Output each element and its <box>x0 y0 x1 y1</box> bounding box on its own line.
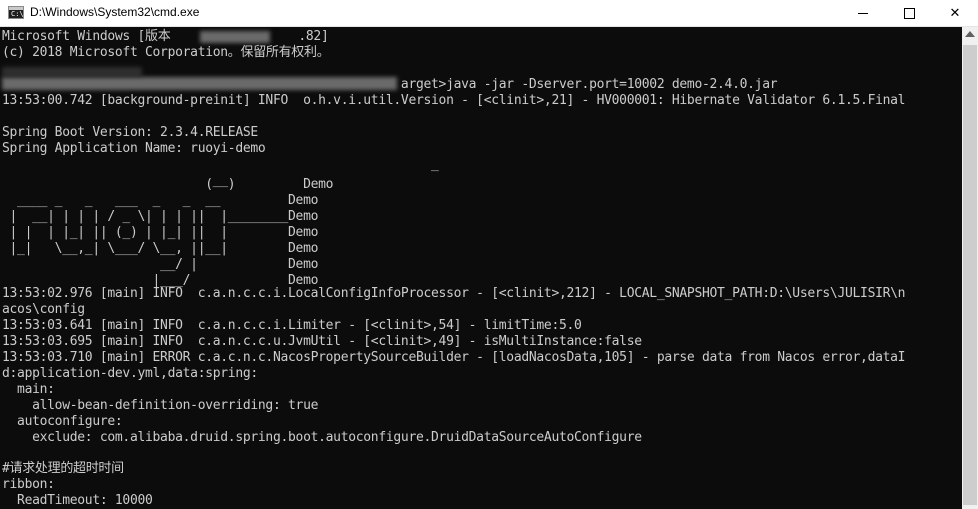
redacted-path <box>2 77 397 90</box>
window-title: D:\Windows\System32\cmd.exe <box>30 5 200 19</box>
ascii-art-line: | __| | | | / _ \| | | || |________Demo <box>2 209 319 224</box>
console-line: 13:53:00.742 [background-preinit] INFO o… <box>2 93 906 108</box>
redacted-text <box>200 31 270 43</box>
ascii-art-line: __/ | Demo <box>2 257 319 272</box>
ascii-art-line: _ <box>2 157 439 172</box>
console-output[interactable]: Microsoft Windows [版本 .82] (c) 2018 Micr… <box>0 27 962 509</box>
ascii-art-line: |_| \__,_| \___/ \__, ||__| Demo <box>2 241 319 256</box>
log-line: 13:53:03.710 [main] ERROR c.a.c.n.c.Naco… <box>2 350 906 365</box>
close-button[interactable]: ✕ <box>932 0 978 26</box>
log-line: allow-bean-definition-overriding: true <box>2 398 319 413</box>
close-icon: ✕ <box>949 5 961 21</box>
ascii-art-line: ( ) Demo <box>2 177 334 192</box>
minimize-icon <box>858 12 868 14</box>
log-line: 13:53:02.976 [main] INFO c.a.n.c.c.i.Loc… <box>2 286 906 301</box>
redacted-path <box>2 67 142 77</box>
console-line: Microsoft Windows [版本 .82] <box>2 29 329 44</box>
maximize-button[interactable] <box>886 0 932 26</box>
log-line: main: <box>2 382 55 397</box>
scroll-up-icon[interactable] <box>965 31 975 37</box>
log-line: acos\config <box>2 302 85 317</box>
log-line: 13:53:03.641 [main] INFO c.a.n.c.c.i.Lim… <box>2 318 582 333</box>
vertical-scrollbar[interactable] <box>962 27 978 509</box>
cmd-icon: C:\ <box>8 6 24 19</box>
maximize-icon <box>903 7 915 19</box>
console-line: Spring Boot Version: 2.3.4.RELEASE <box>2 125 258 140</box>
ascii-art-line: ____ _ _ ___ _ _ __ Demo <box>2 193 319 208</box>
console-line: Spring Application Name: ruoyi-demo <box>2 141 266 156</box>
title-bar[interactable]: C:\ D:\Windows\System32\cmd.exe ✕ <box>0 0 978 27</box>
log-line: d:application-dev.yml,data:spring: <box>2 366 258 381</box>
log-line: autoconfigure: <box>2 414 123 429</box>
log-line: exclude: com.alibaba.druid.spring.boot.a… <box>2 430 642 445</box>
log-line: 13:53:03.695 [main] INFO c.a.n.c.c.u.Jvm… <box>2 334 642 349</box>
log-line: #请求处理的超时时间 <box>2 461 124 476</box>
console-line: (c) 2018 Microsoft Corporation。保留所有权利。 <box>2 45 330 60</box>
minimize-button[interactable] <box>840 0 886 26</box>
log-line: ribbon: <box>2 477 55 492</box>
scrollbar-thumb[interactable] <box>963 45 977 505</box>
log-line: ReadTimeout: 10000 <box>2 493 153 508</box>
ascii-art-line: | | | |_| || (_) | |_| || | Demo <box>2 225 319 240</box>
